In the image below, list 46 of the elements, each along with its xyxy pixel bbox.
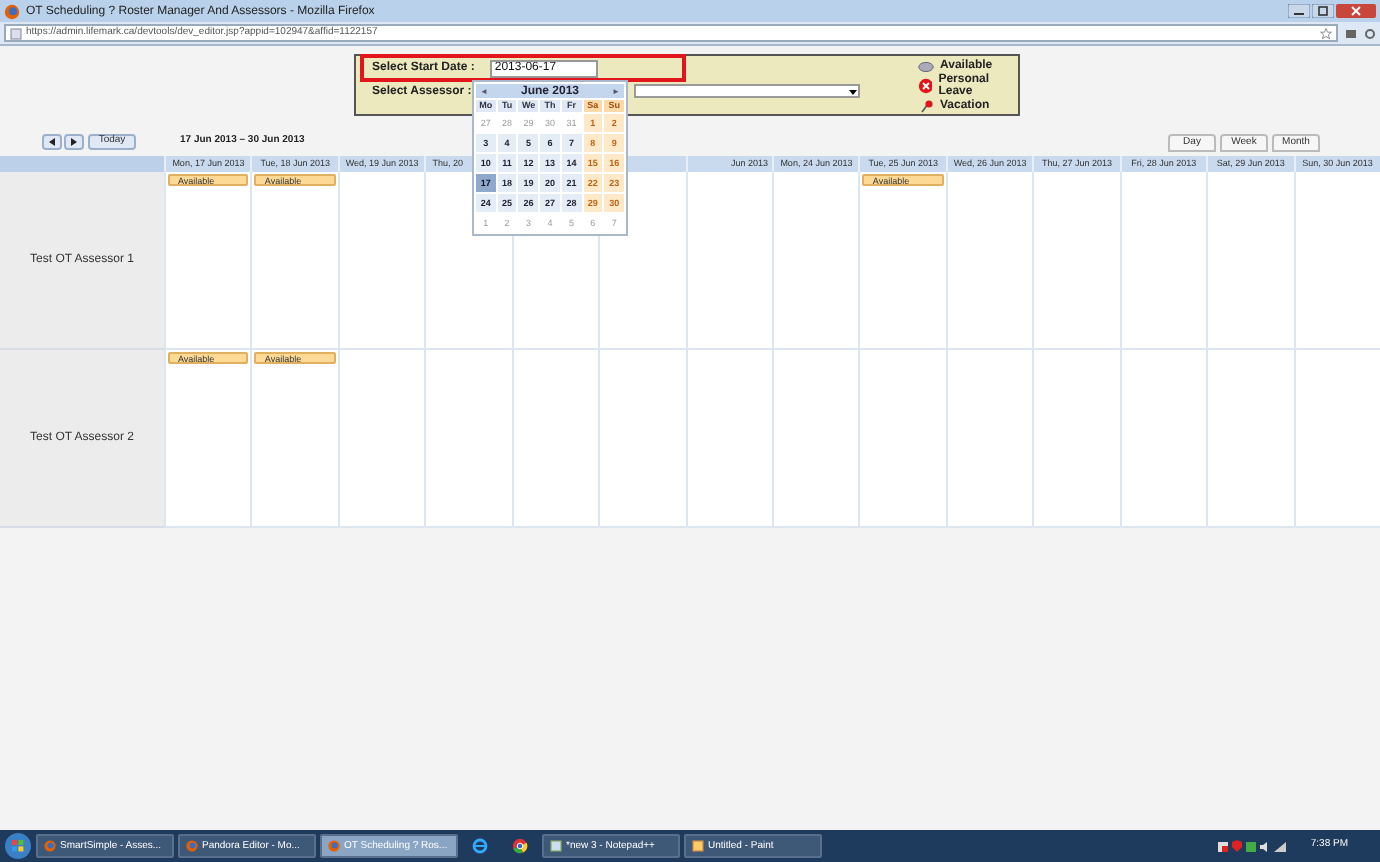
calendar-cell[interactable] (1293, 350, 1380, 528)
calendar-cell[interactable] (1032, 350, 1120, 528)
signal-icon[interactable] (1274, 841, 1287, 851)
paint-icon (692, 840, 704, 852)
start-orb-icon[interactable] (4, 832, 32, 860)
calendar-cell[interactable] (511, 350, 599, 528)
page-icon (10, 27, 22, 39)
calendar-cell[interactable] (337, 172, 425, 350)
browser-logo-icon (186, 840, 198, 852)
speaker-icon[interactable] (1260, 841, 1271, 851)
calendar-cell[interactable] (945, 172, 1033, 350)
close-icon[interactable] (1336, 4, 1376, 18)
maximize-icon[interactable] (1312, 4, 1334, 18)
dropdown-arrow-icon (847, 87, 858, 95)
assessor-dropdown[interactable] (633, 84, 860, 98)
notepad-icon (550, 840, 562, 852)
calendar-cell[interactable] (598, 350, 686, 528)
cancel-icon (918, 78, 933, 94)
browser-logo-icon (328, 840, 340, 852)
minimize-icon[interactable] (1288, 4, 1310, 18)
calendar-cell[interactable] (685, 350, 772, 528)
calendar-cell[interactable] (1293, 172, 1380, 350)
next-button[interactable] (64, 134, 84, 150)
star-icon[interactable] (1320, 27, 1332, 39)
calendar-cell[interactable] (1119, 350, 1207, 528)
calendar-cell[interactable] (424, 350, 512, 528)
calendar-cell[interactable] (1206, 172, 1294, 350)
calendar-cell[interactable] (945, 350, 1033, 528)
browser-logo-icon (44, 840, 56, 852)
cloud-icon (918, 60, 934, 72)
left-triangle-icon (48, 138, 56, 146)
calendar-cell[interactable] (858, 350, 946, 528)
calendar-cell[interactable] (1032, 172, 1120, 350)
browser-e-icon (472, 838, 488, 854)
network-icon[interactable] (1246, 841, 1257, 851)
calendar-cell[interactable] (771, 172, 859, 350)
calendar-cell[interactable] (1119, 172, 1207, 350)
round-browser-icon (512, 838, 528, 854)
calendar-cell[interactable] (685, 172, 772, 350)
calendar-cell[interactable] (337, 350, 425, 528)
calendar-cell[interactable] (771, 350, 859, 528)
right-triangle-icon (70, 138, 78, 146)
previous-button[interactable] (42, 134, 62, 150)
browser-logo-icon (4, 3, 20, 19)
calendar-cell[interactable] (1206, 350, 1294, 528)
flag-icon[interactable] (1218, 841, 1229, 851)
